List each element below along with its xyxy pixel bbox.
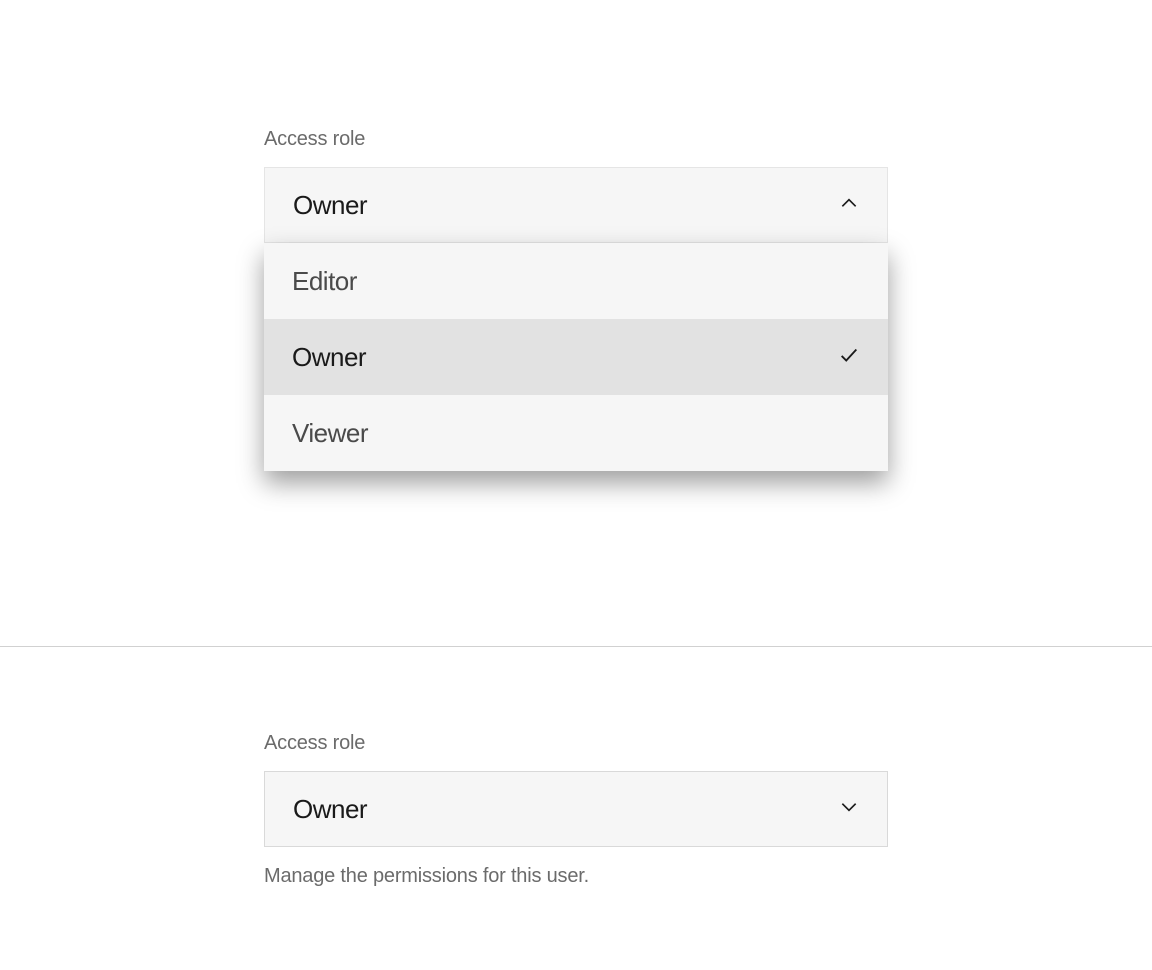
- option-label: Owner: [292, 342, 366, 373]
- example-divider: [0, 646, 1152, 647]
- check-icon: [838, 344, 860, 371]
- option-label: Editor: [292, 266, 357, 297]
- access-role-field-closed: Access role Owner Manage the permissions…: [264, 732, 888, 888]
- option-label: Viewer: [292, 418, 368, 449]
- dropdown-selected-value: Owner: [293, 190, 367, 221]
- access-role-field-open: Access role Owner Editor Owner Viewer: [264, 128, 888, 471]
- access-role-dropdown[interactable]: Owner: [264, 167, 888, 243]
- access-role-dropdown[interactable]: Owner: [264, 771, 888, 847]
- helper-text: Manage the permissions for this user.: [264, 865, 888, 888]
- chevron-up-icon: [839, 193, 859, 218]
- field-label: Access role: [264, 128, 888, 151]
- dropdown-option-owner[interactable]: Owner: [264, 319, 888, 395]
- field-label: Access role: [264, 732, 888, 755]
- dropdown-selected-value: Owner: [293, 794, 367, 825]
- dropdown-option-editor[interactable]: Editor: [264, 243, 888, 319]
- dropdown-menu: Editor Owner Viewer: [264, 243, 888, 471]
- chevron-down-icon: [839, 797, 859, 822]
- dropdown-option-viewer[interactable]: Viewer: [264, 395, 888, 471]
